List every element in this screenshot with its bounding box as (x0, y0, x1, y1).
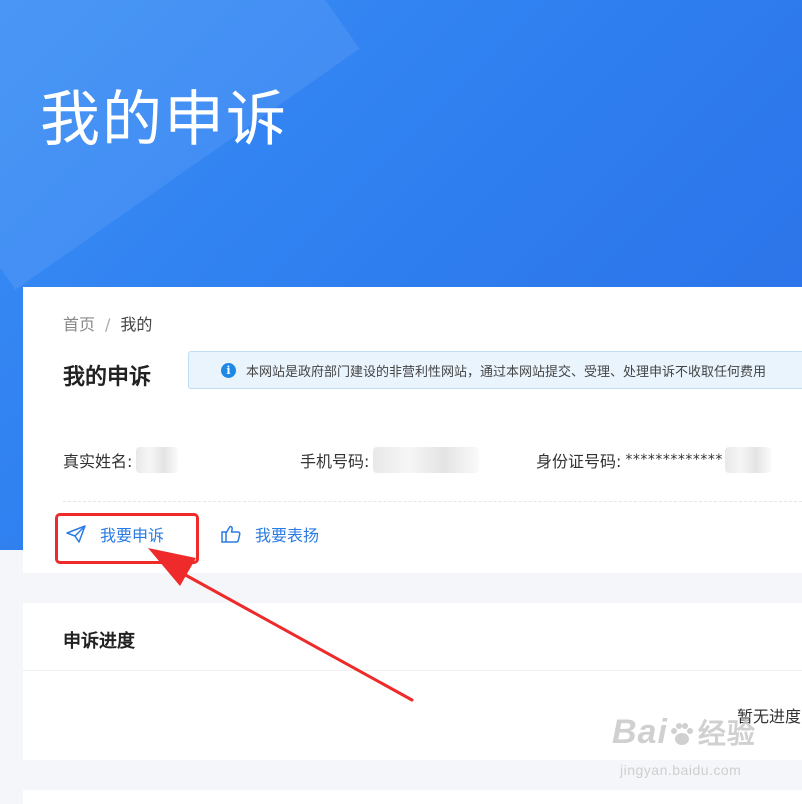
banner-title: 我的申诉 (40, 85, 288, 155)
divider (63, 501, 802, 502)
section-title: 我的申诉 (63, 365, 152, 390)
idcard-field: 身份证号码: ************* (536, 447, 771, 473)
idcard-label: 身份证号码: (536, 452, 622, 471)
progress-title: 申诉进度 (63, 631, 135, 652)
user-info-row: 真实姓名: 手机号码: 身份证号码: ************* (63, 447, 802, 473)
notice-banner: i 本网站是政府部门建设的非营利性网站，通过本网站提交、受理、处理申诉不收取任何… (188, 351, 802, 389)
real-name-field: 真实姓名: (63, 447, 179, 473)
redacted-name (136, 447, 179, 473)
phone-label: 手机号码: (300, 452, 370, 471)
breadcrumb: 首页 / 我的 (63, 311, 152, 335)
idcard-value: ************* (625, 452, 723, 468)
bottom-card (23, 790, 802, 804)
praise-label: 我要表扬 (255, 526, 320, 545)
phone-field: 手机号码: (300, 447, 480, 473)
annotation-highlight-box (55, 513, 199, 564)
praise-button[interactable]: 我要表扬 (221, 522, 319, 546)
progress-divider (23, 670, 802, 671)
notice-text: 本网站是政府部门建设的非营利性网站，通过本网站提交、受理、处理申诉不收取任何费用 (246, 364, 767, 380)
empty-progress-text: 暂无进度 (737, 707, 802, 726)
real-name-label: 真实姓名: (63, 452, 133, 471)
redacted-idcard (724, 447, 771, 473)
breadcrumb-home[interactable]: 首页 (63, 315, 95, 334)
progress-card: 申诉进度 暂无进度 (23, 603, 802, 760)
complaint-info-card: 首页 / 我的 我的申诉 i 本网站是政府部门建设的非营利性网站，通过本网站提交、受… (23, 287, 802, 573)
redacted-phone (373, 447, 480, 473)
breadcrumb-current: 我的 (120, 315, 153, 334)
thumbs-up-icon (221, 525, 241, 543)
breadcrumb-separator: / (105, 315, 111, 334)
info-icon: i (221, 362, 236, 378)
watermark-url: jingyan.baidu.com (620, 762, 742, 778)
